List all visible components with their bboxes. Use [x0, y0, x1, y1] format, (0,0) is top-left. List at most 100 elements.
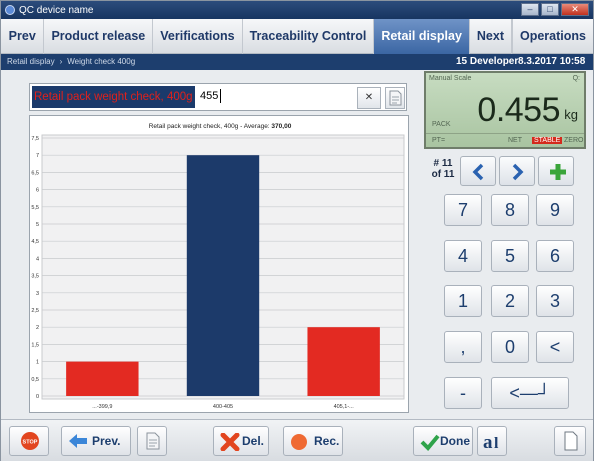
record-button[interactable]: Rec.	[283, 426, 343, 456]
y-tick-label: 6	[36, 188, 39, 194]
y-tick-label: 7,5	[31, 136, 39, 142]
y-tick-label: 7	[36, 153, 39, 159]
scale-weight: 0.455	[477, 91, 560, 129]
font-icon: al	[483, 432, 499, 452]
record-index: # 11	[433, 158, 453, 169]
menu-retail-display[interactable]: Retail display	[374, 19, 470, 54]
done-button[interactable]: Done	[413, 426, 473, 456]
document-icon	[389, 90, 402, 106]
scale-display: Manual Scale Q: 0.455 kg PACK PT= NET ST…	[424, 71, 586, 149]
title-bar: QC device name – □ ✕	[1, 1, 593, 19]
add-record-button[interactable]	[538, 156, 574, 186]
scale-q: Q:	[572, 75, 580, 82]
entry-value[interactable]: 455	[200, 90, 218, 102]
y-tick-label: 4,5	[31, 239, 39, 245]
chevron-right-icon	[512, 163, 524, 181]
delete-x-icon	[220, 433, 240, 451]
key-1[interactable]: 1	[444, 285, 482, 317]
document-button[interactable]	[385, 87, 405, 109]
menu-verifications[interactable]: Verifications	[153, 19, 243, 54]
svg-text:l: l	[494, 435, 499, 452]
breadcrumb-separator: ›	[59, 57, 63, 66]
prev-button[interactable]: Prev.	[61, 426, 131, 456]
checkmark-icon	[420, 434, 440, 451]
scale-stable-badge: STABLE	[532, 137, 563, 144]
key-8[interactable]: 8	[491, 194, 529, 226]
key-enter[interactable]: <—┘	[491, 377, 569, 409]
plus-icon	[550, 164, 566, 180]
delete-button[interactable]: Del.	[213, 426, 269, 456]
y-tick-label: 4	[36, 256, 39, 262]
record-counter: # 11 of 11	[431, 158, 455, 180]
window-controls: – □ ✕	[521, 3, 589, 16]
menu-operations[interactable]: Operations	[513, 19, 593, 54]
menu-prev[interactable]: Prev	[1, 19, 45, 54]
breadcrumb-item[interactable]: Retail display	[7, 57, 55, 66]
prev-button-label: Prev.	[92, 434, 121, 448]
x-tick-label: 405,1-...	[334, 404, 355, 410]
breadcrumb: Retail display › Weight check 400g	[7, 57, 135, 66]
key-9[interactable]: 9	[536, 194, 574, 226]
menu-next[interactable]: Next	[470, 19, 512, 54]
y-tick-label: 3	[36, 291, 39, 297]
done-button-label: Done	[440, 434, 470, 448]
scale-net: NET	[508, 137, 522, 144]
breadcrumb-item: Weight check 400g	[67, 57, 136, 66]
font-size-button[interactable]: al	[477, 426, 507, 456]
weight-entry-field[interactable]: Retail pack weight check, 400g 455 ✕	[29, 83, 407, 111]
chart-title-text: Retail pack weight check, 400g - Average…	[149, 123, 272, 130]
new-document-button[interactable]	[554, 426, 586, 456]
y-tick-label: 5	[36, 222, 39, 228]
key-backspace[interactable]: <	[536, 331, 574, 363]
print-button[interactable]	[137, 426, 167, 456]
maximize-icon[interactable]: □	[541, 3, 559, 16]
minimize-icon[interactable]: –	[521, 3, 539, 16]
key-0[interactable]: 0	[491, 331, 529, 363]
y-tick-label: 0	[36, 394, 39, 400]
next-record-button[interactable]	[499, 156, 535, 186]
key-2[interactable]: 2	[491, 285, 529, 317]
app-icon	[5, 5, 15, 15]
key-5[interactable]: 5	[491, 240, 529, 272]
x-tick-label: ...-399,9	[92, 404, 112, 410]
scale-pack-label: PACK	[432, 121, 451, 128]
menu-traceability-control[interactable]: Traceability Control	[243, 19, 375, 54]
histogram-chart: Retail pack weight check, 400g - Average…	[29, 115, 409, 413]
page-icon	[564, 431, 578, 451]
chart-title: Retail pack weight check, 400g - Average…	[149, 123, 292, 130]
y-tick-label: 1	[36, 360, 39, 366]
user-name: 15 Developer	[456, 56, 519, 67]
date-time: 8.3.2017 10:58	[518, 56, 586, 67]
key-7[interactable]: 7	[444, 194, 482, 226]
status-bar: Retail display › Weight check 400g 15 Deve…	[1, 54, 593, 70]
clear-button[interactable]: ✕	[357, 87, 381, 109]
scale-zero: ZERO	[564, 137, 584, 144]
record-button-label: Rec.	[314, 434, 340, 448]
y-tick-label: 1,5	[31, 342, 39, 348]
y-tick-label: 6,5	[31, 170, 39, 176]
delete-button-label: Del.	[242, 434, 265, 448]
key-6[interactable]: 6	[536, 240, 574, 272]
y-tick-label: 3,5	[31, 274, 39, 280]
y-tick-label: 5,5	[31, 205, 39, 211]
stop-icon: STOP	[21, 432, 39, 450]
bottom-toolbar: STOP Prev. Del. Rec. Done al	[1, 419, 593, 461]
menu-product-release[interactable]: Product release	[44, 19, 154, 54]
record-icon	[291, 434, 307, 450]
previous-record-button[interactable]	[460, 156, 496, 186]
close-icon[interactable]: ✕	[561, 3, 589, 16]
text-cursor	[220, 89, 221, 103]
key-comma[interactable]: ,	[444, 331, 482, 363]
key-4[interactable]: 4	[444, 240, 482, 272]
chart-svg: Retail pack weight check, 400g - Average…	[31, 123, 405, 410]
y-tick-label: 2	[36, 325, 39, 331]
key-3[interactable]: 3	[536, 285, 574, 317]
app-window: QC device name – □ ✕ Prev Product releas…	[0, 0, 594, 461]
stop-button[interactable]: STOP	[9, 426, 49, 456]
scale-status-row: PT= NET STABLE ZERO	[426, 133, 584, 147]
scale-unit: kg	[564, 107, 578, 122]
key-minus[interactable]: -	[444, 377, 482, 409]
bar	[307, 327, 380, 396]
chart-title-average: 370,00	[271, 123, 291, 130]
chevron-left-icon	[472, 163, 484, 181]
